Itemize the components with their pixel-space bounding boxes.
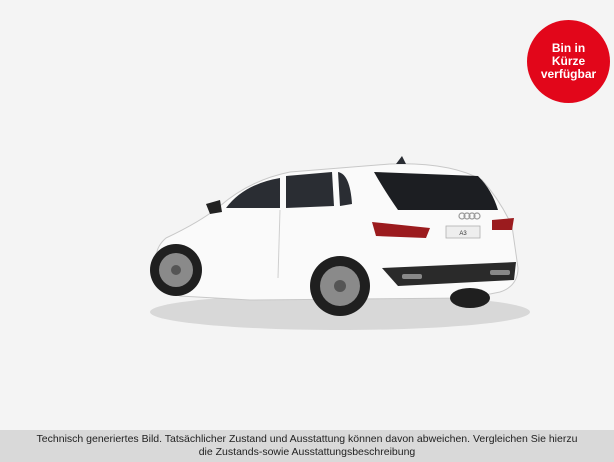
availability-badge-line-3: verfügbar xyxy=(540,67,597,81)
car-wheel-far xyxy=(450,288,490,308)
model-badge: A3 xyxy=(459,231,467,237)
car-window-rear xyxy=(286,172,334,208)
vehicle-image: A3 xyxy=(150,156,530,330)
car-antenna xyxy=(396,156,406,164)
disclaimer-line-2: die Zustands-sowie Ausstattungsbeschreib… xyxy=(198,446,416,458)
disclaimer-bar: Technisch generiertes Bild. Tatsächliche… xyxy=(0,430,614,462)
disclaimer-line-1: Technisch generiertes Bild. Tatsächliche… xyxy=(36,433,578,445)
car-exhaust-right xyxy=(490,270,510,275)
car-side-mirror xyxy=(206,200,222,214)
car-tail-light-right xyxy=(492,218,514,230)
car-window-front xyxy=(226,178,280,208)
car-wheel-front xyxy=(150,244,202,296)
car-wheel-rear xyxy=(310,256,370,316)
car-exhaust-left xyxy=(402,274,422,279)
vehicle-image-stage: Bin in Kürze verfügbar A3 xyxy=(0,0,614,462)
availability-badge: Bin in Kürze verfügbar xyxy=(527,20,610,103)
